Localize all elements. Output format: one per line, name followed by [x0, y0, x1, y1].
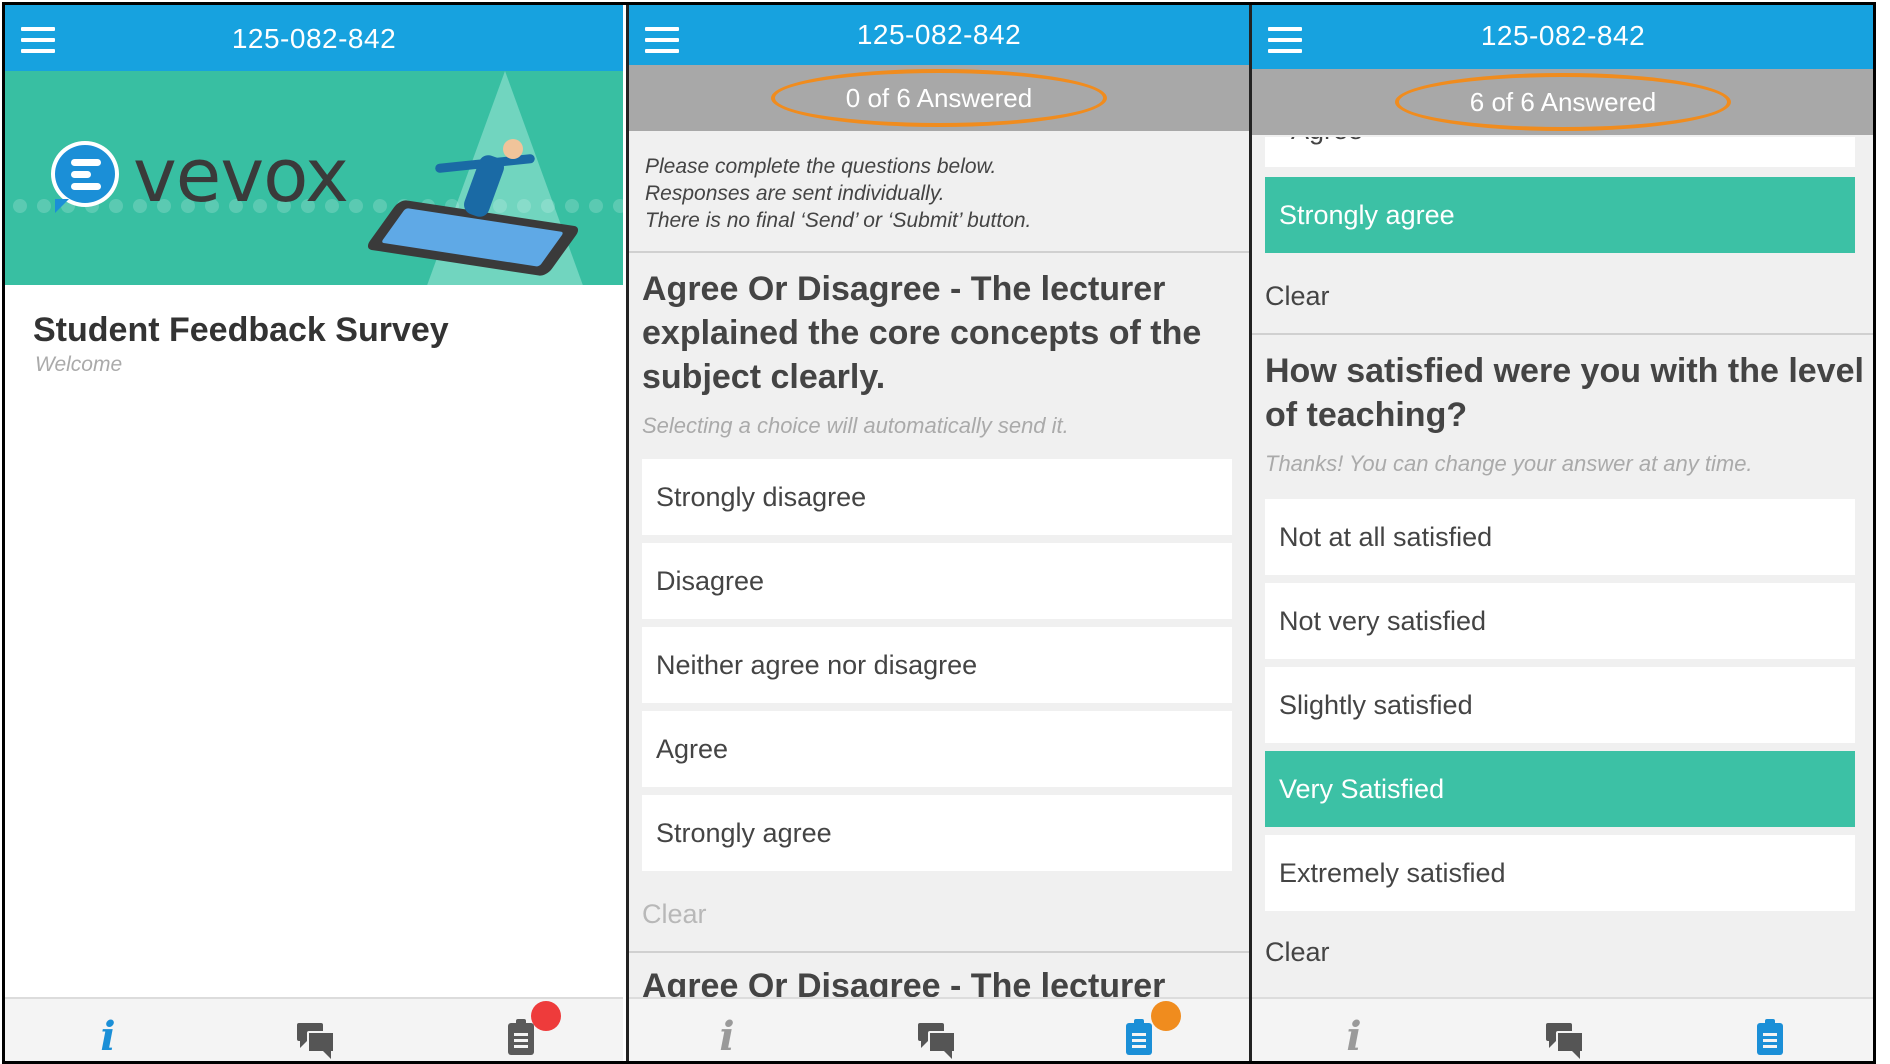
- banner-dot: [13, 199, 27, 213]
- panel-answered: 125-082-842 6 of 6 Answered Agree Strong…: [1249, 5, 1873, 1061]
- top-bar: 125-082-842: [1252, 5, 1873, 71]
- panel-unanswered: 125-082-842 0 of 6 Answered Please compl…: [626, 5, 1249, 1061]
- session-id: 125-082-842: [1480, 20, 1646, 51]
- surfer-illustration-head: [503, 139, 523, 159]
- option-strongly-disagree[interactable]: Strongly disagree: [642, 459, 1232, 535]
- option-very-satisfied[interactable]: Very Satisfied: [1265, 751, 1855, 827]
- option-slightly-satisfied[interactable]: Slightly satisfied: [1265, 667, 1855, 743]
- vevox-logo-icon: [51, 141, 119, 213]
- banner-dot: [37, 199, 51, 213]
- chat-icon[interactable]: [914, 1019, 956, 1059]
- divider: [629, 951, 1249, 953]
- top-bar: 125-082-842: [5, 5, 623, 71]
- survey-subtitle: Welcome: [35, 353, 123, 376]
- panel-welcome: 125-082-842 vevox Student Feedback Surve…: [5, 5, 623, 1061]
- chat-icon[interactable]: [293, 1019, 335, 1059]
- notification-badge: [531, 1001, 561, 1031]
- divider: [629, 251, 1249, 253]
- session-id: 125-082-842: [231, 23, 397, 54]
- option-strongly-agree[interactable]: Strongly agree: [642, 795, 1232, 871]
- bottom-nav: i: [1252, 997, 1873, 1061]
- session-id: 125-082-842: [856, 19, 1022, 50]
- info-icon[interactable]: i: [1334, 1013, 1374, 1060]
- clear-button[interactable]: Clear: [642, 899, 707, 930]
- banner-dot: [613, 199, 623, 213]
- option-not-very-satisfied[interactable]: Not very satisfied: [1265, 583, 1855, 659]
- instructions: Please complete the questions below. Res…: [645, 153, 1225, 234]
- info-icon[interactable]: i: [707, 1013, 747, 1060]
- info-icon[interactable]: i: [88, 1013, 128, 1060]
- bottom-nav: i: [5, 997, 623, 1061]
- question-help: Selecting a choice will automatically se…: [642, 413, 1069, 438]
- instruction-line: Please complete the questions below.: [645, 155, 997, 178]
- vevox-logo-text: vevox: [133, 133, 349, 219]
- banner-dot: [349, 199, 363, 213]
- answered-progress-bar: 0 of 6 Answered: [629, 65, 1249, 131]
- instruction-line: There is no final ‘Send’ or ‘Submit’ but…: [645, 209, 1032, 232]
- option-neither[interactable]: Neither agree nor disagree: [642, 627, 1232, 703]
- previous-option-partial[interactable]: Agree: [1265, 137, 1855, 167]
- option-extremely-satisfied[interactable]: Extremely satisfied: [1265, 835, 1855, 911]
- question-title: Agree Or Disagree - The lecturer explain…: [642, 270, 1202, 396]
- chat-icon[interactable]: [1542, 1019, 1584, 1059]
- banner-dot: [589, 199, 603, 213]
- option-disagree[interactable]: Disagree: [642, 543, 1232, 619]
- notification-badge: [1151, 1001, 1181, 1031]
- banner-dot: [109, 199, 123, 213]
- answered-progress-bar: 6 of 6 Answered: [1252, 69, 1873, 135]
- option-agree[interactable]: Agree: [642, 711, 1232, 787]
- option-not-at-all-satisfied[interactable]: Not at all satisfied: [1265, 499, 1855, 575]
- clipboard-icon[interactable]: [1750, 1019, 1790, 1059]
- banner-dot: [373, 199, 387, 213]
- previous-option-strongly-agree[interactable]: Strongly agree: [1265, 177, 1855, 253]
- instruction-line: Responses are sent individually.: [645, 182, 945, 205]
- highlight-ring: [771, 69, 1107, 127]
- highlight-ring: [1395, 73, 1731, 131]
- clear-button[interactable]: Clear: [1265, 937, 1330, 968]
- previous-option-label: Agree: [1291, 137, 1363, 146]
- top-bar: 125-082-842: [629, 5, 1249, 71]
- divider: [1252, 333, 1873, 335]
- bottom-nav: i: [629, 997, 1249, 1061]
- previous-clear-button[interactable]: Clear: [1265, 281, 1330, 312]
- vevox-banner: vevox: [5, 71, 623, 285]
- screenshot-frame: 125-082-842 vevox Student Feedback Surve…: [2, 2, 1876, 1064]
- question-title: How satisfied were you with the level of…: [1265, 352, 1864, 434]
- question-help: Thanks! You can change your answer at an…: [1265, 451, 1753, 476]
- survey-title: Student Feedback Survey: [33, 311, 449, 349]
